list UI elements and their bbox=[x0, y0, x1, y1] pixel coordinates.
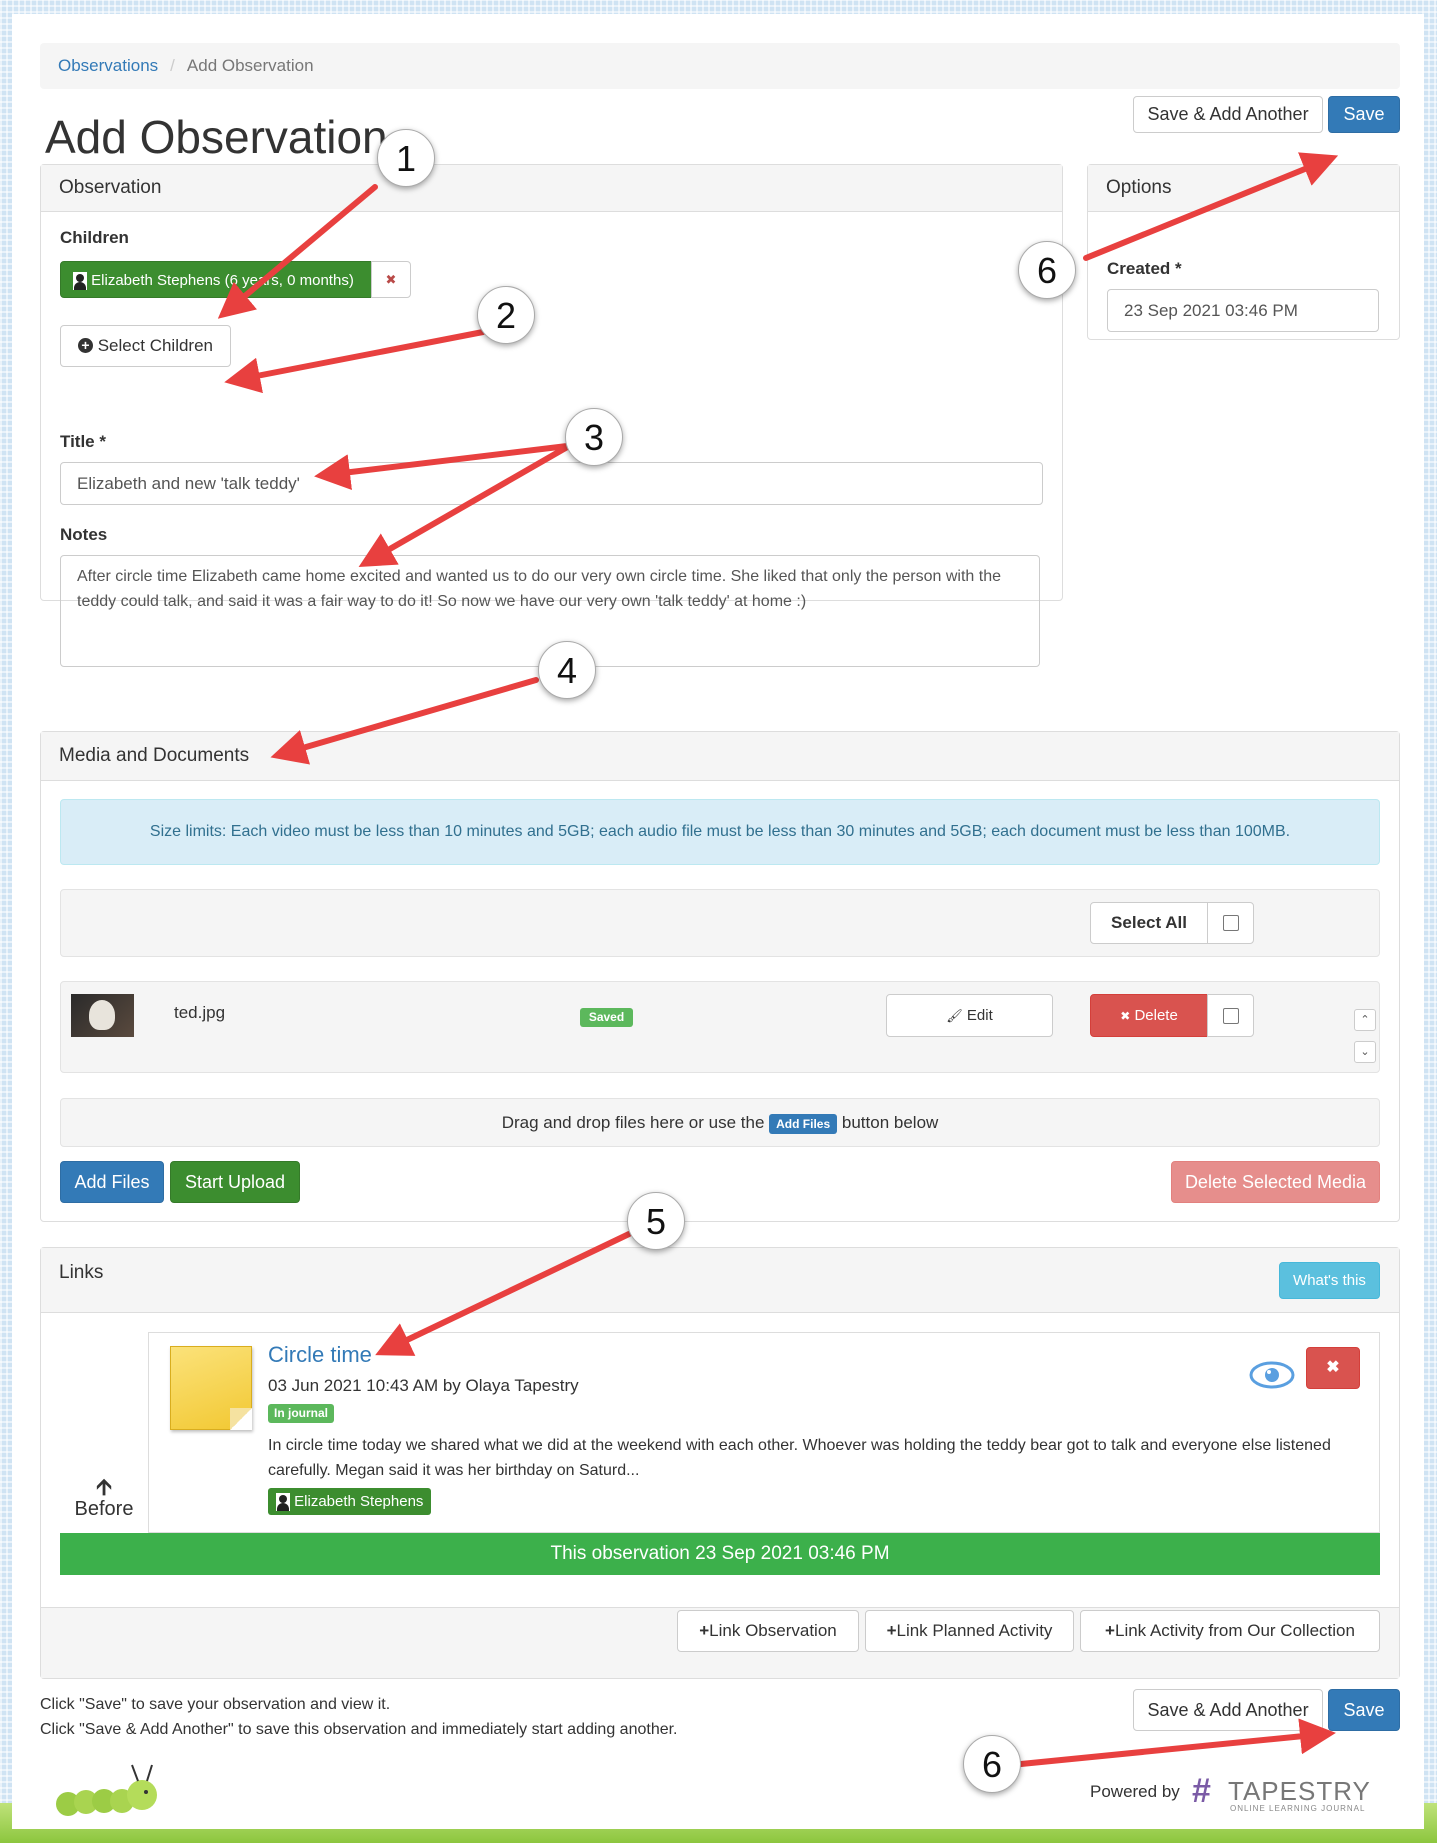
drop-text-after: button below bbox=[841, 1113, 939, 1132]
select-all-checkbox-wrap bbox=[1207, 902, 1254, 944]
file-saved-badge: Saved bbox=[580, 1008, 633, 1027]
link-planned-activity-label: Link Planned Activity bbox=[896, 1621, 1053, 1640]
footer-help-line1: Click "Save" to save your observation an… bbox=[40, 1696, 391, 1713]
plus-circle-icon: + bbox=[77, 337, 93, 353]
linked-child-tag: Elizabeth Stephens bbox=[268, 1488, 432, 1515]
file-name: ted.jpg bbox=[174, 1003, 226, 1022]
breadcrumb-current: Add Observation bbox=[186, 56, 314, 75]
options-panel-heading: Options bbox=[1088, 165, 1399, 212]
link-planned-activity-button[interactable]: +Link Planned Activity bbox=[865, 1610, 1074, 1652]
link-collection-activity-button[interactable]: +Link Activity from Our Collection bbox=[1080, 1610, 1380, 1652]
whats-this-button[interactable]: What's this bbox=[1279, 1262, 1380, 1299]
linked-observation-title[interactable]: Circle time bbox=[268, 1342, 372, 1368]
select-all-checkbox[interactable] bbox=[1223, 915, 1239, 931]
move-down-button[interactable]: ⌄ bbox=[1354, 1041, 1376, 1063]
delete-selected-media-button[interactable]: Delete Selected Media bbox=[1171, 1161, 1380, 1203]
sticky-note-icon bbox=[170, 1346, 252, 1430]
before-label: Before bbox=[74, 1498, 134, 1520]
save-button[interactable]: Save bbox=[1328, 96, 1400, 133]
file-select-checkbox[interactable] bbox=[1223, 1008, 1239, 1024]
media-panel-heading: Media and Documents bbox=[41, 732, 1399, 781]
edit-file-button[interactable]: 🖌 Edit bbox=[886, 994, 1053, 1037]
drop-add-files-badge: Add Files bbox=[769, 1113, 838, 1134]
observation-panel: Observation bbox=[40, 164, 1063, 601]
drop-zone[interactable]: Drag and drop files here or use the Add … bbox=[60, 1098, 1380, 1147]
observation-panel-heading: Observation bbox=[41, 165, 1062, 212]
close-icon: ✖ bbox=[1120, 1009, 1131, 1023]
notes-label: Notes bbox=[60, 525, 108, 544]
move-up-button[interactable]: ⌃ bbox=[1354, 1009, 1376, 1031]
breadcrumb: Observations / Add Observation bbox=[40, 43, 1400, 89]
title-input[interactable]: Elizabeth and new 'talk teddy' bbox=[60, 462, 1043, 505]
powered-by-text: Powered by bbox=[1090, 1782, 1180, 1801]
footer-save-button[interactable]: Save bbox=[1328, 1689, 1400, 1731]
child-avatar-icon bbox=[73, 272, 87, 291]
title-label: Title * bbox=[60, 432, 106, 451]
plus-icon: + bbox=[1105, 1621, 1115, 1640]
plus-icon: + bbox=[699, 1621, 710, 1640]
footer-help-line2: Click "Save & Add Another" to save this … bbox=[40, 1721, 678, 1738]
close-icon: ✖ bbox=[1326, 1359, 1340, 1376]
callout-1: 1 bbox=[377, 129, 435, 187]
view-eye-icon[interactable] bbox=[1249, 1360, 1295, 1390]
annotation-arrow-6b bbox=[1018, 1718, 1336, 1767]
size-limits-alert: Size limits: Each video must be less tha… bbox=[60, 799, 1380, 865]
callout-6-top: 6 bbox=[1018, 241, 1076, 299]
tapestry-brand-sub: ONLINE LEARNING JOURNAL bbox=[1230, 1804, 1366, 1813]
linked-observation-excerpt: In circle time today we shared what we d… bbox=[268, 1437, 1331, 1479]
link-collection-activity-label: Link Activity from Our Collection bbox=[1114, 1621, 1355, 1640]
chevron-up-icon: ⌃ bbox=[1360, 1014, 1370, 1026]
callout-2: 2 bbox=[477, 286, 535, 344]
child-chip-label: Elizabeth Stephens (6 years, 0 months) bbox=[91, 272, 354, 289]
linked-child-avatar-icon bbox=[276, 1493, 290, 1512]
in-journal-badge: In journal bbox=[268, 1404, 334, 1423]
callout-3: 3 bbox=[565, 408, 623, 466]
link-observation-button[interactable]: +Link Observation bbox=[677, 1610, 859, 1652]
created-date-input[interactable]: 23 Sep 2021 03:46 PM bbox=[1107, 289, 1379, 332]
delete-file-label: Delete bbox=[1134, 1007, 1178, 1024]
footer-save-add-another-button[interactable]: Save & Add Another bbox=[1133, 1689, 1323, 1731]
edit-file-label: Edit bbox=[966, 1007, 993, 1024]
save-add-another-button[interactable]: Save & Add Another bbox=[1133, 96, 1323, 133]
tapestry-hash-icon: # bbox=[1192, 1772, 1211, 1810]
child-chip: Elizabeth Stephens (6 years, 0 months) bbox=[60, 261, 372, 298]
breadcrumb-observations-link[interactable]: Observations bbox=[58, 56, 158, 75]
add-files-button[interactable]: Add Files bbox=[60, 1161, 164, 1203]
link-observation-label: Link Observation bbox=[709, 1621, 837, 1640]
select-all-button[interactable]: Select All bbox=[1090, 902, 1208, 944]
chevron-down-icon: ⌄ bbox=[1360, 1046, 1370, 1058]
delete-file-button[interactable]: ✖ Delete bbox=[1090, 994, 1208, 1037]
file-checkbox-wrap bbox=[1207, 994, 1254, 1037]
tapestry-logo: # TAPESTRY ONLINE LEARNING JOURNAL bbox=[1192, 1774, 1392, 1814]
page-container: Observations / Add Observation Add Observa… bbox=[12, 14, 1424, 1829]
plus-icon: + bbox=[886, 1621, 897, 1640]
remove-child-button[interactable]: ✖ bbox=[371, 261, 411, 298]
page-title: Add Observation bbox=[45, 111, 388, 163]
breadcrumb-separator: / bbox=[170, 56, 175, 75]
select-children-label: Select Children bbox=[97, 336, 213, 355]
linked-observation-meta: 03 Jun 2021 10:43 AM by Olaya Tapestry bbox=[268, 1376, 579, 1395]
start-upload-button[interactable]: Start Upload bbox=[170, 1161, 300, 1203]
teddy-image-icon bbox=[89, 1000, 115, 1030]
linked-child-name: Elizabeth Stephens bbox=[294, 1493, 424, 1510]
file-thumbnail[interactable] bbox=[71, 994, 134, 1037]
caterpillar-logo bbox=[50, 1759, 180, 1824]
created-label: Created * bbox=[1107, 259, 1182, 278]
sticky-note-fold bbox=[230, 1408, 252, 1430]
unlink-button[interactable]: ✖ bbox=[1306, 1347, 1360, 1389]
this-observation-bar: This observation 23 Sep 2021 03:46 PM bbox=[60, 1533, 1380, 1575]
drop-text-before: Drag and drop files here or use the bbox=[501, 1113, 765, 1132]
footer-help: Click "Save" to save your observation an… bbox=[40, 1692, 678, 1742]
tapestry-brand: TAPESTRY bbox=[1228, 1776, 1371, 1806]
callout-5: 5 bbox=[627, 1192, 685, 1250]
before-column: 🡩 Before bbox=[60, 1332, 149, 1533]
callout-6-bottom: 6 bbox=[963, 1735, 1021, 1793]
links-panel-heading: Links bbox=[41, 1248, 1399, 1313]
brush-icon: 🖌 bbox=[946, 1008, 963, 1023]
select-children-button[interactable]: + Select Children bbox=[60, 325, 231, 367]
children-label: Children bbox=[60, 228, 129, 247]
callout-4: 4 bbox=[538, 641, 596, 699]
